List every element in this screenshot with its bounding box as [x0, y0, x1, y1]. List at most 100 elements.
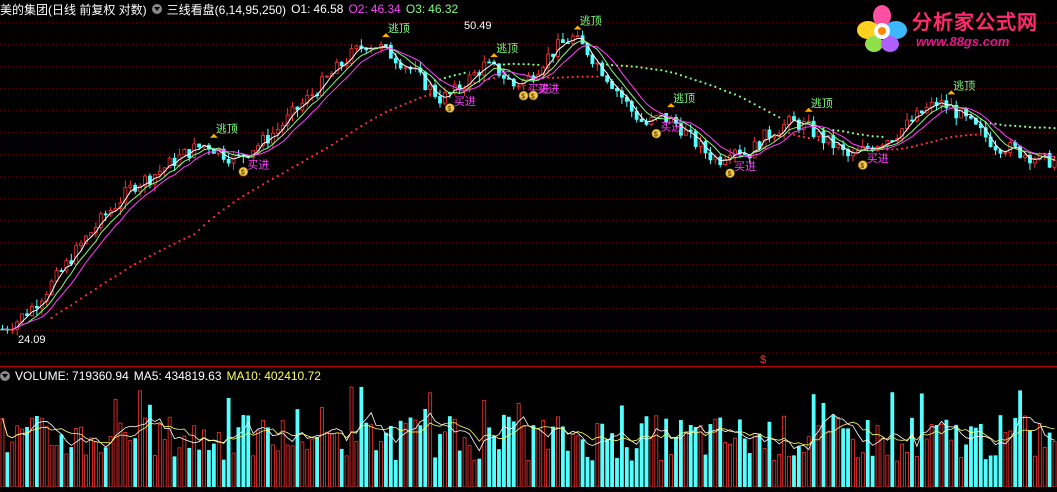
red-dot	[276, 174, 279, 178]
volume-bar-down	[679, 420, 683, 488]
volume-bar-down	[703, 454, 708, 488]
indicator-menu-icon[interactable]	[151, 4, 162, 14]
green-dot	[1053, 127, 1056, 130]
red-dot	[129, 265, 132, 268]
volume-bar-up	[516, 402, 521, 488]
red-dot	[945, 136, 948, 140]
volume-bar-up	[20, 428, 25, 488]
min-price-label: 24.09	[18, 334, 46, 346]
candle-up	[320, 76, 324, 96]
candle-down	[919, 110, 924, 114]
green-dot	[655, 68, 658, 71]
candle-up	[595, 62, 600, 65]
o2-value: 46.34	[370, 2, 401, 16]
volume-bar-up	[895, 460, 900, 488]
money-bag-symbol: $	[728, 171, 732, 178]
green-dot	[502, 63, 506, 66]
volume-bar-down	[315, 436, 320, 488]
volume-bar-up	[123, 432, 128, 488]
green-dot	[866, 134, 869, 137]
red-dot	[379, 113, 383, 116]
sell-signal-label: 逃顶	[388, 22, 410, 35]
volume-bar-up	[270, 444, 275, 488]
money-bag-symbol: $	[531, 93, 535, 100]
red-dot	[222, 208, 225, 211]
red-dot	[207, 219, 211, 223]
red-dot	[556, 76, 560, 79]
volume-bar-down	[767, 421, 772, 488]
green-dot	[1043, 126, 1046, 129]
price-chart[interactable]: 逃顶逃顶逃顶逃顶逃顶 逃顶逃顶$买进$买进 $买进$买进$买进$买进 $买进 50.4…	[0, 0, 1057, 488]
red-dot	[360, 125, 363, 128]
site-logo[interactable]: 分析家公式网 www.88gs.com	[854, 4, 1049, 54]
volume-bar-down	[964, 444, 968, 488]
volume-bar-up	[1032, 455, 1037, 488]
red-dot	[84, 294, 88, 297]
green-dot	[458, 73, 461, 76]
red-dot	[119, 272, 122, 275]
volume-bar-down	[796, 446, 801, 488]
volume-bar-up	[777, 454, 782, 488]
dollar-mark: $	[760, 354, 766, 366]
volume-bar-up	[570, 433, 575, 488]
volume-bar-up	[64, 453, 69, 488]
volume-menu-icon[interactable]	[0, 371, 10, 381]
volume-bar-down	[664, 418, 669, 488]
volume-bar-down	[1047, 432, 1052, 488]
volume-bar-down	[59, 434, 64, 488]
red-dot	[350, 131, 353, 134]
green-dot	[719, 87, 722, 90]
red-dot	[271, 177, 274, 180]
volume-bar-up	[659, 459, 664, 488]
candle-down	[969, 115, 973, 119]
volume-bar-down	[605, 439, 610, 488]
volume-bar-down	[969, 426, 973, 488]
green-dot	[881, 135, 884, 138]
volume-bar-up	[452, 418, 457, 488]
volume-bar-up	[851, 438, 855, 488]
red-dot	[930, 140, 933, 144]
volume-bar-down	[457, 450, 462, 488]
red-dot	[384, 110, 388, 114]
candle-up	[556, 39, 560, 57]
red-dot	[212, 215, 215, 219]
volume-bar-up	[443, 431, 447, 488]
green-dot	[1028, 126, 1032, 129]
volume-bar-up	[310, 438, 315, 488]
volume-bar-up	[369, 424, 374, 488]
candle-down	[502, 74, 506, 79]
candle-down	[226, 158, 231, 164]
volume-bar-down	[477, 458, 482, 488]
green-dot	[620, 64, 624, 67]
sell-signal-label: 逃顶	[811, 97, 833, 110]
volume-bar-down	[103, 447, 108, 488]
red-dot	[99, 284, 102, 287]
volume-bar-down	[934, 425, 939, 488]
green-dot	[871, 135, 874, 138]
red-dot	[173, 242, 176, 245]
candle-down	[792, 116, 796, 121]
volume-bar-down	[738, 419, 742, 488]
red-dot	[281, 172, 284, 175]
volume-bar-up	[816, 425, 821, 488]
volume-bar-up	[157, 424, 162, 488]
red-dot	[802, 136, 805, 139]
volume-bar-up	[521, 425, 526, 488]
flower-logo-icon	[857, 5, 907, 52]
green-dot	[532, 63, 535, 66]
volume-bar-down	[433, 457, 437, 488]
o3-value: 46.32	[428, 2, 459, 16]
volume-bar-up	[162, 439, 167, 488]
buy-signal-label: 买进	[867, 152, 889, 165]
volume-bar-up	[354, 440, 359, 488]
green-dot	[714, 85, 717, 88]
red-dot	[547, 76, 550, 79]
volume-bar-down	[172, 456, 177, 488]
volume-bar-up	[44, 425, 49, 488]
volume-bar-down	[688, 425, 693, 488]
volume-bar-down	[954, 424, 959, 488]
red-dot	[80, 297, 83, 300]
volume-bar-down	[241, 415, 246, 488]
red-dot	[75, 300, 78, 303]
green-dot	[748, 100, 751, 103]
